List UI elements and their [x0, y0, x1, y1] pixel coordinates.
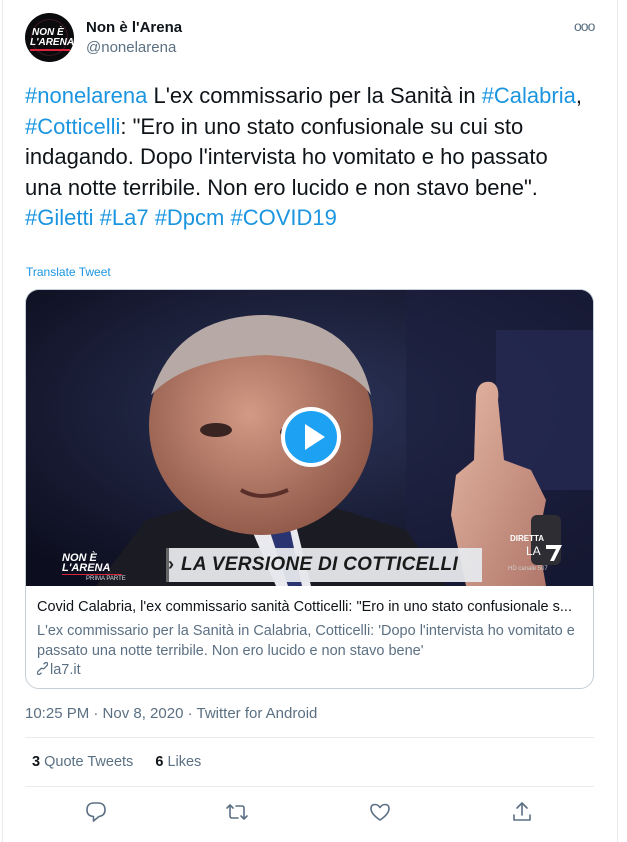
quote-tweets-count: 3 [32, 754, 41, 770]
hashtag-link[interactable]: #nonelarena [25, 83, 147, 108]
quote-tweets-label: Quote Tweets [44, 754, 134, 770]
tweet-text-segment: L'ex commissario per la Sanità in [147, 83, 482, 108]
likes-count: 6 [155, 754, 164, 770]
avatar-logo-line2: L'ARENA [30, 37, 74, 48]
avatar[interactable]: NON È L'ARENA [25, 13, 74, 62]
tweet-text: #nonelarena L'ex commissario per la Sani… [25, 81, 585, 234]
channel-hd-label: HD canale 507 [508, 566, 548, 572]
tweet-actions [3, 800, 619, 828]
card-description: L'ex commissario per la Sanità in Calabr… [37, 623, 575, 659]
author-handle[interactable]: @nonelarena [86, 39, 176, 56]
channel-name: LA [526, 544, 541, 558]
hashtag-link[interactable]: #Calabria [482, 83, 576, 108]
author-name[interactable]: Non è l'Arena [86, 19, 182, 36]
channel-live-label: DIRETTA [510, 534, 545, 543]
hashtag-link[interactable]: #Cotticelli [25, 114, 120, 139]
hashtag-link[interactable]: #Dpcm [155, 205, 225, 230]
video-caption-banner: › LA VERSIONE DI COTTICELLI [166, 548, 482, 582]
link-icon [36, 661, 49, 677]
chevron-right-icon: › [168, 554, 174, 574]
like-icon[interactable] [368, 800, 396, 828]
divider [25, 737, 594, 738]
divider [25, 786, 594, 787]
reply-icon[interactable] [84, 800, 112, 828]
show-logo-line2: L'ARENA [62, 562, 111, 574]
channel-logo: DIRETTA LA HD canale 507 [508, 534, 566, 578]
share-icon[interactable] [510, 800, 538, 828]
tweet-container: NON È L'ARENA Non è l'Arena @nonelarena … [2, 0, 618, 842]
likes-label: Likes [167, 754, 202, 770]
engagement-stats: 3 Quote Tweets 6 Likes [32, 754, 219, 770]
show-logo-sub: PRIMA PARTE [86, 576, 126, 582]
likes-stat[interactable]: 6 Likes [155, 754, 201, 770]
tweet-timestamp[interactable]: 10:25 PM · Nov 8, 2020 · Twitter for And… [25, 705, 317, 722]
video-caption: LA VERSIONE DI COTTICELLI [181, 554, 459, 575]
retweet-icon[interactable] [225, 800, 253, 828]
show-logo-bar [62, 574, 122, 575]
quote-tweets-stat[interactable]: 3 Quote Tweets [32, 754, 133, 770]
hashtag-link[interactable]: #Giletti [25, 205, 93, 230]
seven-icon [546, 545, 562, 561]
card-domain-text: la7.it [50, 662, 81, 678]
hashtag-link[interactable]: #COVID19 [231, 205, 337, 230]
card-title[interactable]: Covid Calabria, l'ex commissario sanità … [37, 599, 585, 615]
translate-tweet-link[interactable]: Translate Tweet [26, 265, 111, 279]
card-domain[interactable]: la7.it [36, 661, 81, 678]
hashtag-link[interactable]: #La7 [100, 205, 149, 230]
video-player[interactable]: NON È L'ARENA PRIMA PARTE › LA VERSIONE … [26, 290, 593, 586]
more-icon[interactable]: ooo [574, 18, 595, 34]
tweet-text-segment: , [575, 83, 582, 108]
link-card[interactable]: NON È L'ARENA PRIMA PARTE › LA VERSIONE … [25, 289, 594, 689]
avatar-logo-bar [30, 49, 70, 51]
play-icon[interactable] [281, 407, 341, 467]
